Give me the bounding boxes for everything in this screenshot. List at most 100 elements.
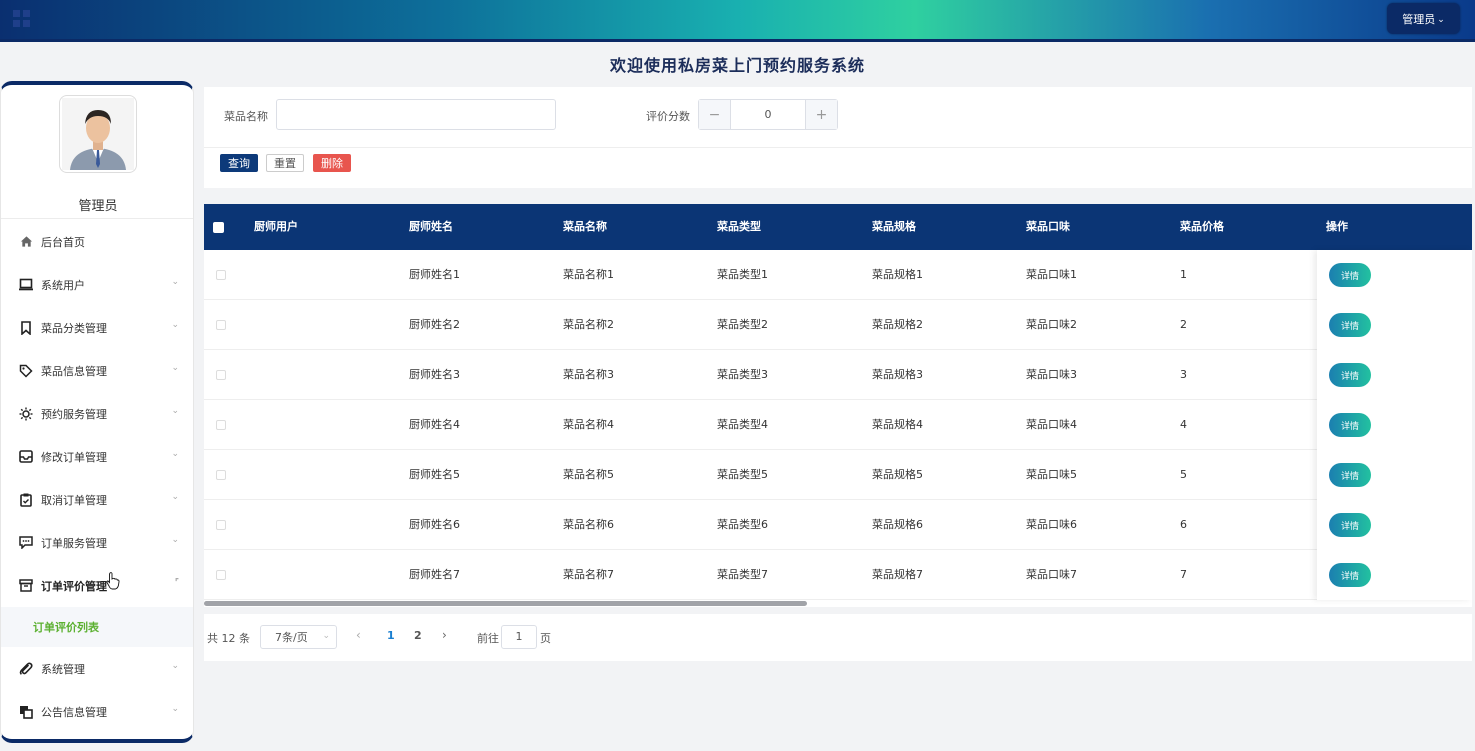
next-page-button[interactable]: › bbox=[442, 628, 447, 642]
table-row: 厨师姓名3 菜品名称3 菜品类型3 菜品规格3 菜品口味3 3 bbox=[204, 350, 1472, 400]
page-size-value: 7条/页 bbox=[275, 631, 308, 644]
table-row: 厨师姓名5 菜品名称5 菜品类型5 菜品规格5 菜品口味5 5 bbox=[204, 450, 1472, 500]
cell-dish-name: 菜品名称7 bbox=[563, 568, 614, 581]
sun-icon bbox=[19, 407, 33, 421]
row-checkbox[interactable] bbox=[216, 420, 226, 430]
cell-dish-flavor: 菜品口味3 bbox=[1026, 368, 1077, 381]
row-checkbox[interactable] bbox=[216, 270, 226, 280]
goto-page-input[interactable]: 1 bbox=[501, 625, 537, 649]
detail-button[interactable]: 详情 bbox=[1329, 413, 1371, 437]
data-table: 厨师用户 厨师姓名 菜品名称 菜品类型 菜品规格 菜品口味 菜品价格 操作 厨师… bbox=[204, 204, 1472, 607]
page-size-select[interactable]: 7条/页 ⌄ bbox=[260, 625, 337, 649]
chat-icon bbox=[19, 536, 33, 550]
row-checkbox[interactable] bbox=[216, 520, 226, 530]
cell-dish-type: 菜品类型5 bbox=[717, 468, 768, 481]
cell-price: 2 bbox=[1180, 318, 1187, 331]
sidebar-item-label: 订单服务管理 bbox=[41, 536, 107, 550]
divider bbox=[1, 218, 193, 219]
hand-cursor-icon bbox=[106, 572, 120, 590]
row-checkbox[interactable] bbox=[216, 470, 226, 480]
column-header: 厨师用户 bbox=[254, 220, 298, 233]
cell-dish-type: 菜品类型2 bbox=[717, 318, 768, 331]
chevron-down-icon: ⌄ bbox=[1437, 14, 1445, 25]
cell-dish-name: 菜品名称1 bbox=[563, 268, 614, 281]
rating-input[interactable]: 0 bbox=[731, 100, 805, 129]
sidebar-item-order-service[interactable]: 订单服务管理 ⌄ bbox=[1, 521, 193, 564]
total-count: 共 12 条 bbox=[207, 632, 250, 645]
detail-button[interactable]: 详情 bbox=[1329, 363, 1371, 387]
cell-dish-spec: 菜品规格6 bbox=[872, 518, 923, 531]
table-header: 厨师用户 厨师姓名 菜品名称 菜品类型 菜品规格 菜品口味 菜品价格 操作 bbox=[204, 204, 1472, 250]
cell-dish-name: 菜品名称2 bbox=[563, 318, 614, 331]
sidebar-item-label: 修改订单管理 bbox=[41, 450, 107, 464]
inbox-icon bbox=[19, 450, 33, 464]
sidebar-item-label: 菜品信息管理 bbox=[41, 364, 107, 378]
sidebar-item-announcement[interactable]: 公告信息管理 ⌄ bbox=[1, 690, 193, 733]
sidebar-item-dish-category[interactable]: 菜品分类管理 ⌄ bbox=[1, 306, 193, 349]
sidebar-item-order-review[interactable]: 订单评价管理 ⌜ bbox=[1, 564, 193, 607]
delete-button[interactable]: 删除 bbox=[313, 154, 351, 172]
row-checkbox[interactable] bbox=[216, 570, 226, 580]
cell-price: 3 bbox=[1180, 368, 1187, 381]
query-button[interactable]: 查询 bbox=[220, 154, 258, 172]
page-number[interactable]: 1 bbox=[387, 629, 395, 642]
sidebar-item-home[interactable]: 后台首页 bbox=[1, 220, 193, 263]
table-row: 厨师姓名1 菜品名称1 菜品类型1 菜品规格1 菜品口味1 1 bbox=[204, 250, 1472, 300]
page-title: 欢迎使用私房菜上门预约服务系统 bbox=[609, 56, 865, 75]
reset-button[interactable]: 重置 bbox=[266, 154, 304, 172]
detail-button[interactable]: 详情 bbox=[1329, 563, 1371, 587]
cell-price: 6 bbox=[1180, 518, 1187, 531]
copy-icon bbox=[19, 705, 33, 719]
cell-dish-type: 菜品类型4 bbox=[717, 418, 768, 431]
cell-dish-spec: 菜品规格4 bbox=[872, 418, 923, 431]
cell-dish-name: 菜品名称6 bbox=[563, 518, 614, 531]
sidebar-item-system-management[interactable]: 系统管理 ⌄ bbox=[1, 647, 193, 690]
row-checkbox[interactable] bbox=[216, 370, 226, 380]
admin-menu-button[interactable]: 管理员 ⌄ bbox=[1387, 3, 1460, 34]
cell-dish-flavor: 菜品口味2 bbox=[1026, 318, 1077, 331]
detail-button[interactable]: 详情 bbox=[1329, 263, 1371, 287]
rating-stepper: − 0 + bbox=[698, 99, 838, 130]
horizontal-scrollbar[interactable] bbox=[204, 601, 807, 606]
chevron-down-icon: ⌄ bbox=[322, 631, 330, 641]
column-header: 操作 bbox=[1326, 220, 1348, 233]
cell-price: 4 bbox=[1180, 418, 1187, 431]
row-checkbox[interactable] bbox=[216, 320, 226, 330]
cell-dish-type: 菜品类型7 bbox=[717, 568, 768, 581]
apps-grid-icon[interactable] bbox=[13, 10, 30, 27]
sidebar-item-modify-order[interactable]: 修改订单管理 ⌄ bbox=[1, 435, 193, 478]
cell-chef-name: 厨师姓名4 bbox=[409, 418, 460, 431]
cell-dish-spec: 菜品规格3 bbox=[872, 368, 923, 381]
laptop-icon bbox=[19, 278, 33, 292]
cell-dish-spec: 菜品规格5 bbox=[872, 468, 923, 481]
sidebar-item-label: 菜品分类管理 bbox=[41, 321, 107, 335]
detail-button[interactable]: 详情 bbox=[1329, 463, 1371, 487]
pagination: 共 12 条 7条/页 ⌄ ‹ 1 2 › 前往 1 页 bbox=[204, 614, 1472, 661]
detail-button[interactable]: 详情 bbox=[1329, 313, 1371, 337]
paperclip-icon bbox=[19, 662, 33, 676]
table-row: 厨师姓名2 菜品名称2 菜品类型2 菜品规格2 菜品口味2 2 bbox=[204, 300, 1472, 350]
avatar bbox=[59, 95, 137, 173]
cell-dish-type: 菜品类型6 bbox=[717, 518, 768, 531]
dish-name-input[interactable] bbox=[276, 99, 556, 130]
detail-button[interactable]: 详情 bbox=[1329, 513, 1371, 537]
prev-page-button[interactable]: ‹ bbox=[356, 628, 361, 642]
sidebar-item-dish-info[interactable]: 菜品信息管理 ⌄ bbox=[1, 349, 193, 392]
sidebar-item-system-users[interactable]: 系统用户 ⌄ bbox=[1, 263, 193, 306]
chevron-down-icon: ⌄ bbox=[171, 277, 179, 287]
column-header: 菜品类型 bbox=[717, 220, 761, 233]
cell-dish-name: 菜品名称3 bbox=[563, 368, 614, 381]
chevron-down-icon: ⌄ bbox=[171, 492, 179, 502]
decrement-button[interactable]: − bbox=[699, 100, 731, 129]
sidebar-item-cancel-order[interactable]: 取消订单管理 ⌄ bbox=[1, 478, 193, 521]
sidebar-item-booking-service[interactable]: 预约服务管理 ⌄ bbox=[1, 392, 193, 435]
table-row: 厨师姓名7 菜品名称7 菜品类型7 菜品规格7 菜品口味7 7 bbox=[204, 550, 1472, 600]
submenu-item-order-review-list[interactable]: 订单评价列表 bbox=[1, 607, 193, 647]
cell-chef-name: 厨师姓名5 bbox=[409, 468, 460, 481]
select-all-checkbox[interactable] bbox=[213, 222, 224, 233]
page-number[interactable]: 2 bbox=[414, 629, 422, 642]
chevron-down-icon: ⌄ bbox=[171, 661, 179, 671]
increment-button[interactable]: + bbox=[805, 100, 837, 129]
sidebar-username: 管理员 bbox=[78, 199, 118, 214]
bookmark-icon bbox=[19, 320, 33, 335]
